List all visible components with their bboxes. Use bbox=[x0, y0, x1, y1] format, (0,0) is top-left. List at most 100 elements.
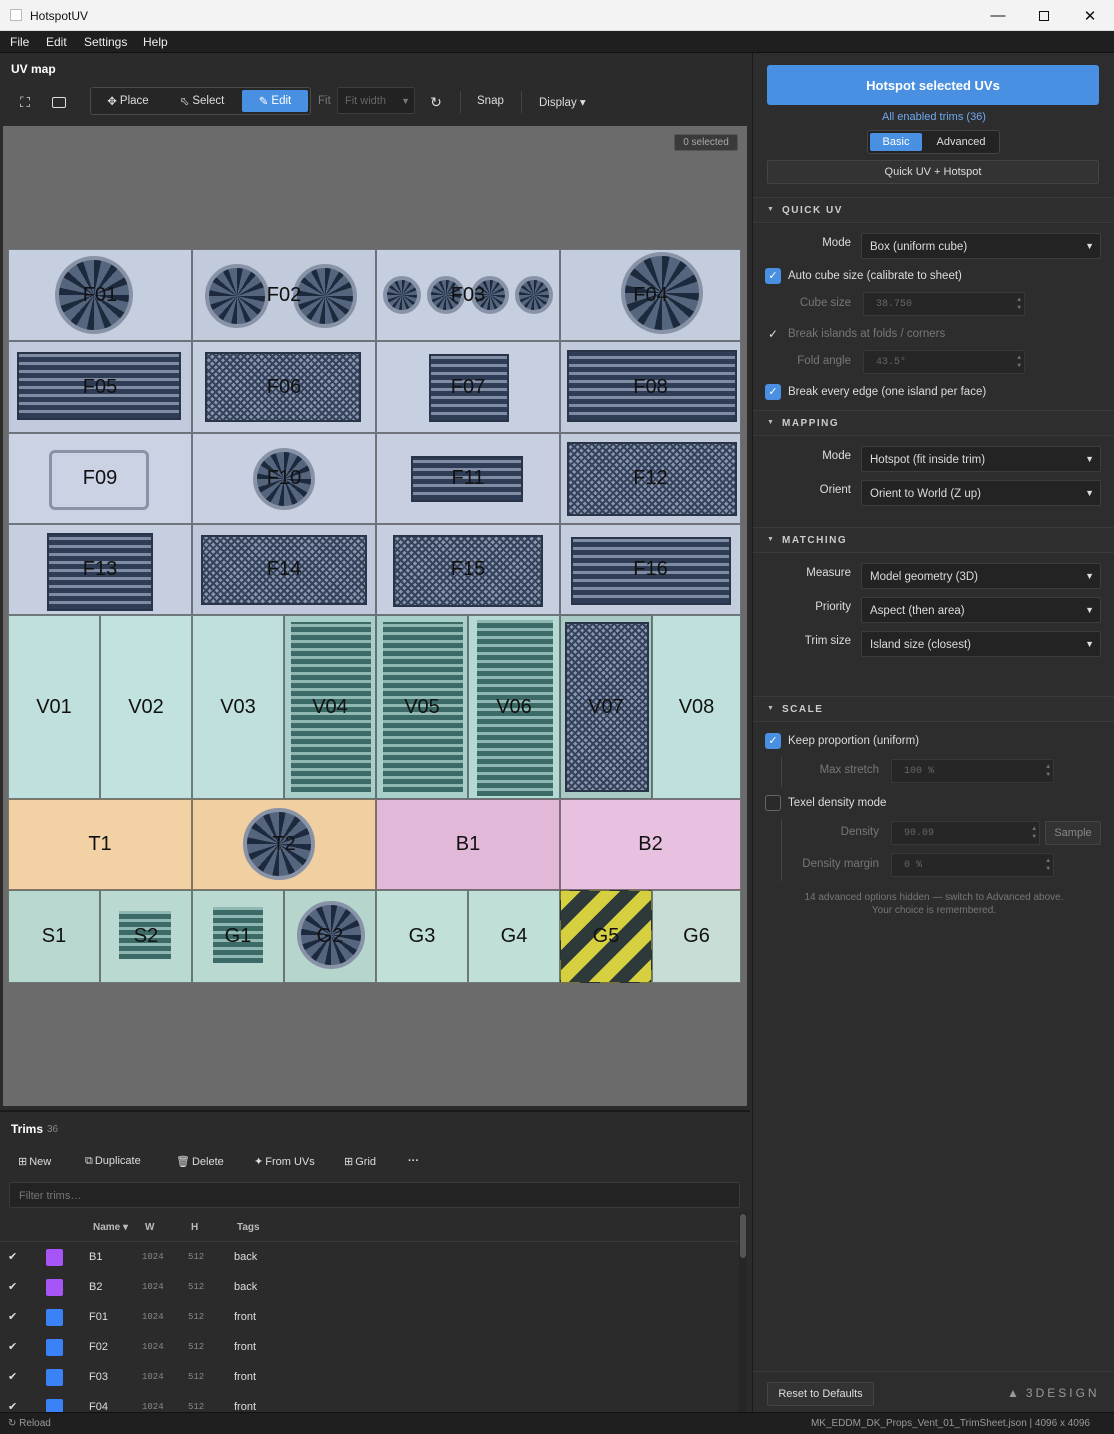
menu-edit[interactable]: Edit bbox=[46, 35, 67, 49]
trim-tile-g5[interactable]: G5 bbox=[560, 890, 652, 983]
all-trims-link[interactable]: All enabled trims (36) bbox=[753, 111, 1114, 123]
close-button[interactable]: ✕ bbox=[1067, 0, 1113, 31]
menu-help[interactable]: Help bbox=[143, 35, 168, 49]
minimize-button[interactable]: — bbox=[975, 0, 1021, 31]
edit-tool-button[interactable]: ✎ Edit bbox=[242, 90, 308, 112]
auto-cube-checkbox[interactable]: ✓ bbox=[765, 268, 781, 284]
trim-tile-f08[interactable]: F08 bbox=[560, 341, 741, 433]
color-swatch[interactable] bbox=[46, 1279, 63, 1296]
row-enabled-checkbox[interactable]: ✔ bbox=[8, 1250, 17, 1263]
image-button[interactable] bbox=[48, 91, 70, 113]
trim-sheet[interactable]: F01 F02 F03 F04 F05 F06 F07 F08 F09 F10 F11 F12 F13 F… bbox=[8, 249, 741, 983]
trim-tile-s1[interactable]: S1 bbox=[8, 890, 100, 983]
trim-tile-f10[interactable]: F10 bbox=[192, 433, 376, 524]
fit-dropdown[interactable]: Fit width ▼ bbox=[337, 87, 415, 114]
row-enabled-checkbox[interactable]: ✔ bbox=[8, 1340, 17, 1353]
section-scale[interactable]: ▼ SCALE bbox=[753, 696, 1114, 722]
trim-tile-g6[interactable]: G6 bbox=[652, 890, 741, 983]
trims-scrollbar[interactable] bbox=[739, 1212, 747, 1412]
new-trim-button[interactable]: ⊞ New bbox=[18, 1155, 51, 1168]
tab-advanced[interactable]: Advanced bbox=[924, 133, 998, 151]
color-swatch[interactable] bbox=[46, 1339, 63, 1356]
trim-tile-f09[interactable]: F09 bbox=[8, 433, 192, 524]
cube-size-input[interactable]: 38.750 ▲ ▼ bbox=[863, 292, 1025, 316]
duplicate-trim-button[interactable]: ⧉ Duplicate bbox=[85, 1155, 141, 1168]
measure-dropdown[interactable]: Model geometry (3D) ▼ bbox=[861, 563, 1101, 589]
trim-tile-f05[interactable]: F05 bbox=[8, 341, 192, 433]
section-mapping[interactable]: ▼ MAPPING bbox=[753, 410, 1114, 436]
priority-dropdown[interactable]: Aspect (then area) ▼ bbox=[861, 597, 1101, 623]
color-swatch[interactable] bbox=[46, 1309, 63, 1326]
color-swatch[interactable] bbox=[46, 1369, 63, 1386]
fullscreen-button[interactable]: ⛶ bbox=[14, 91, 36, 113]
table-row[interactable]: ✔ F03 1024 512 front bbox=[0, 1362, 738, 1392]
filter-trims-input[interactable]: Filter trims… bbox=[9, 1182, 740, 1208]
trim-tile-s2[interactable]: S2 bbox=[100, 890, 192, 983]
mapping-mode-dropdown[interactable]: Hotspot (fit inside trim) ▼ bbox=[861, 446, 1101, 472]
from-uvs-button[interactable]: ✦ From UVs bbox=[254, 1155, 315, 1168]
trim-tile-f06[interactable]: F06 bbox=[192, 341, 376, 433]
select-tool-button[interactable]: ⬁ Select bbox=[165, 90, 239, 112]
density-margin-input[interactable]: 0 % ▲ ▼ bbox=[891, 853, 1054, 877]
trim-tile-v02[interactable]: V02 bbox=[100, 615, 192, 799]
place-tool-button[interactable]: ✥ Place bbox=[93, 90, 163, 112]
quick-uv-hotspot-button[interactable]: Quick UV + Hotspot bbox=[767, 160, 1099, 184]
trim-tile-v07[interactable]: V07 bbox=[560, 615, 652, 799]
trim-tile-v04[interactable]: V04 bbox=[284, 615, 376, 799]
table-row[interactable]: ✔ B2 1024 512 back bbox=[0, 1272, 738, 1302]
keep-proportion-checkbox[interactable]: ✓ bbox=[765, 733, 781, 749]
menu-file[interactable]: File bbox=[10, 35, 29, 49]
trim-tile-f11[interactable]: F11 bbox=[376, 433, 560, 524]
break-every-edge-checkbox[interactable]: ✓ bbox=[765, 384, 781, 400]
max-stretch-input[interactable]: 100 % ▲ ▼ bbox=[891, 759, 1054, 783]
trim-tile-v06[interactable]: V06 bbox=[468, 615, 560, 799]
table-row[interactable]: ✔ F01 1024 512 front bbox=[0, 1302, 738, 1332]
more-options-button[interactable]: ··· bbox=[408, 1155, 419, 1167]
scrollbar-thumb[interactable] bbox=[740, 1214, 746, 1258]
tab-basic[interactable]: Basic bbox=[870, 133, 922, 151]
reset-view-button[interactable]: ↻ bbox=[425, 91, 447, 113]
orient-dropdown[interactable]: Orient to World (Z up) ▼ bbox=[861, 480, 1101, 506]
reload-button[interactable]: ↻ Reload bbox=[8, 1418, 51, 1429]
density-input[interactable]: 90.09 ▲ ▼ bbox=[891, 821, 1040, 845]
texel-density-checkbox[interactable] bbox=[765, 795, 781, 811]
snap-button[interactable]: Snap bbox=[477, 95, 504, 107]
trim-tile-t2[interactable]: T2 bbox=[192, 799, 376, 890]
trim-tile-f03[interactable]: F03 bbox=[376, 249, 560, 341]
trim-tile-b1[interactable]: B1 bbox=[376, 799, 560, 890]
row-enabled-checkbox[interactable]: ✔ bbox=[8, 1370, 17, 1383]
column-header-tags[interactable]: Tags bbox=[237, 1222, 260, 1233]
hotspot-selected-uvs-button[interactable]: Hotspot selected UVs bbox=[767, 65, 1099, 105]
column-header-name[interactable]: Name ▾ bbox=[93, 1222, 128, 1233]
fold-angle-input[interactable]: 43.5° ▲ ▼ bbox=[863, 350, 1025, 374]
trim-tile-f01[interactable]: F01 bbox=[8, 249, 192, 341]
trim-tile-g3[interactable]: G3 bbox=[376, 890, 468, 983]
trim-tile-g1[interactable]: G1 bbox=[192, 890, 284, 983]
display-dropdown[interactable]: Display ▾ bbox=[539, 95, 586, 109]
table-row[interactable]: ✔ F02 1024 512 front bbox=[0, 1332, 738, 1362]
row-enabled-checkbox[interactable]: ✔ bbox=[8, 1280, 17, 1293]
sample-button[interactable]: Sample bbox=[1045, 821, 1101, 845]
trim-tile-f04[interactable]: F04 bbox=[560, 249, 741, 341]
column-header-w[interactable]: W bbox=[145, 1222, 154, 1233]
reset-defaults-button[interactable]: Reset to Defaults bbox=[767, 1382, 874, 1406]
column-header-h[interactable]: H bbox=[191, 1222, 198, 1233]
menu-settings[interactable]: Settings bbox=[84, 35, 127, 49]
row-enabled-checkbox[interactable]: ✔ bbox=[8, 1310, 17, 1323]
section-matching[interactable]: ▼ MATCHING bbox=[753, 527, 1114, 553]
trim-tile-v01[interactable]: V01 bbox=[8, 615, 100, 799]
quick-uv-mode-dropdown[interactable]: Box (uniform cube) ▼ bbox=[861, 233, 1101, 259]
break-folds-checkbox[interactable]: ✓ bbox=[765, 326, 781, 342]
trim-tile-g4[interactable]: G4 bbox=[468, 890, 560, 983]
trim-tile-f12[interactable]: F12 bbox=[560, 433, 741, 524]
trim-tile-v08[interactable]: V08 bbox=[652, 615, 741, 799]
trim-tile-f07[interactable]: F07 bbox=[376, 341, 560, 433]
trim-tile-b2[interactable]: B2 bbox=[560, 799, 741, 890]
grid-button[interactable]: ⊞ Grid bbox=[344, 1155, 376, 1168]
trim-size-dropdown[interactable]: Island size (closest) ▼ bbox=[861, 631, 1101, 657]
trim-tile-v05[interactable]: V05 bbox=[376, 615, 468, 799]
maximize-button[interactable] bbox=[1021, 0, 1067, 31]
trim-tile-f02[interactable]: F02 bbox=[192, 249, 376, 341]
trim-tile-f13[interactable]: F13 bbox=[8, 524, 192, 615]
section-quick-uv[interactable]: ▼ QUICK UV bbox=[753, 197, 1114, 223]
